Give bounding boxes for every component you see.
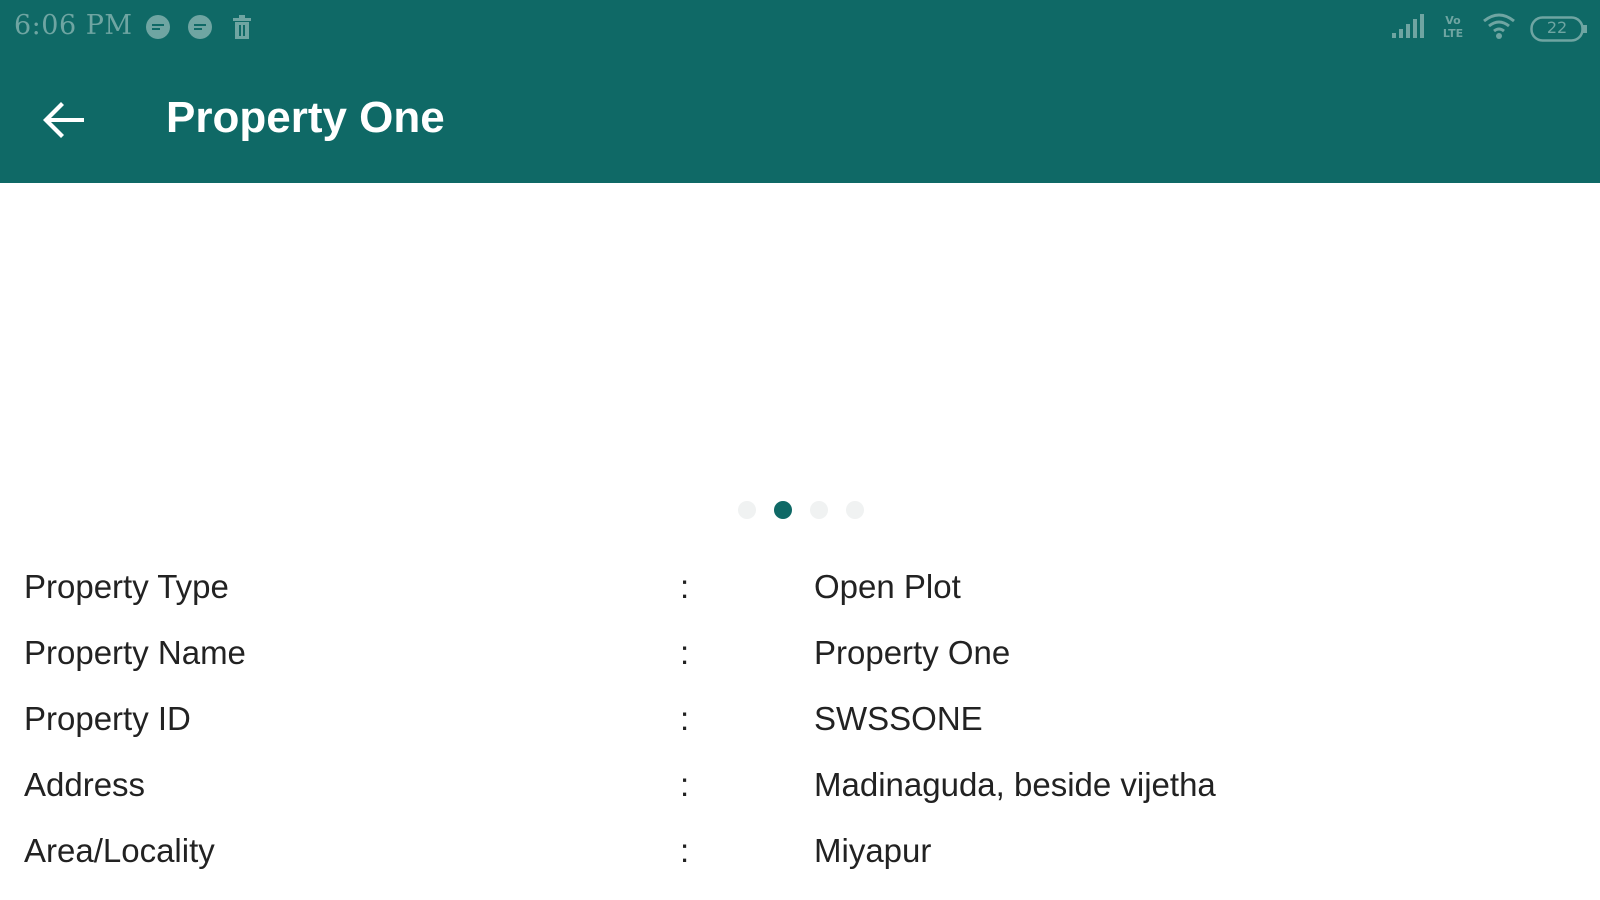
svg-text:LTE: LTE	[1443, 27, 1463, 40]
detail-value: SWSSONE	[814, 700, 983, 737]
detail-row-property-name: Property Name : Property One	[0, 626, 1600, 692]
detail-separator: :	[680, 568, 690, 605]
detail-label: Property Name	[24, 634, 246, 671]
page-title: Property One	[166, 93, 445, 142]
detail-row-address: Address : Madinaguda, beside vijetha	[0, 758, 1600, 824]
detail-value: Madinaguda, beside vijetha	[814, 766, 1216, 803]
notification-icons	[144, 13, 256, 41]
detail-separator: :	[680, 832, 690, 869]
wifi-icon	[1482, 12, 1516, 45]
status-bar: 6:06 PM Vo LTE 22	[0, 0, 1600, 56]
image-carousel[interactable]	[0, 183, 1600, 533]
detail-row-property-type: Property Type : Open Plot	[0, 560, 1600, 626]
signal-icon	[1390, 13, 1424, 44]
status-time: 6:06 PM	[14, 10, 133, 41]
detail-row-area-locality: Area/Locality : Miyapur	[0, 824, 1600, 890]
status-icons: Vo LTE 22	[1390, 12, 1588, 45]
carousel-indicator	[738, 501, 864, 519]
carousel-dot-active[interactable]	[774, 501, 792, 519]
detail-value: Open Plot	[814, 568, 961, 605]
detail-value: Miyapur	[814, 832, 932, 869]
detail-separator: :	[680, 700, 690, 737]
detail-row-property-id: Property ID : SWSSONE	[0, 692, 1600, 758]
svg-text:Vo: Vo	[1445, 14, 1461, 27]
detail-value: Property One	[814, 634, 1011, 671]
detail-label: Property ID	[24, 700, 191, 737]
arrow-back-icon	[43, 102, 84, 138]
detail-separator: :	[680, 634, 690, 671]
app-bar: 6:06 PM Vo LTE 22 Property One	[0, 0, 1600, 183]
detail-label: Property Type	[24, 568, 229, 605]
detail-separator: :	[680, 766, 690, 803]
trash-icon	[228, 13, 256, 41]
carousel-dot[interactable]	[846, 501, 864, 519]
carousel-dot[interactable]	[738, 501, 756, 519]
chat-bubble-icon	[186, 13, 214, 41]
detail-label: Area/Locality	[24, 832, 215, 869]
carousel-dot[interactable]	[810, 501, 828, 519]
back-button[interactable]	[36, 92, 92, 148]
chat-bubble-icon	[144, 13, 172, 41]
property-details: Property Type : Open Plot Property Name …	[0, 560, 1600, 890]
detail-label: Address	[24, 766, 146, 803]
volte-icon: Vo LTE	[1438, 12, 1468, 45]
battery-icon: 22	[1530, 15, 1588, 43]
battery-level: 22	[1546, 17, 1568, 37]
